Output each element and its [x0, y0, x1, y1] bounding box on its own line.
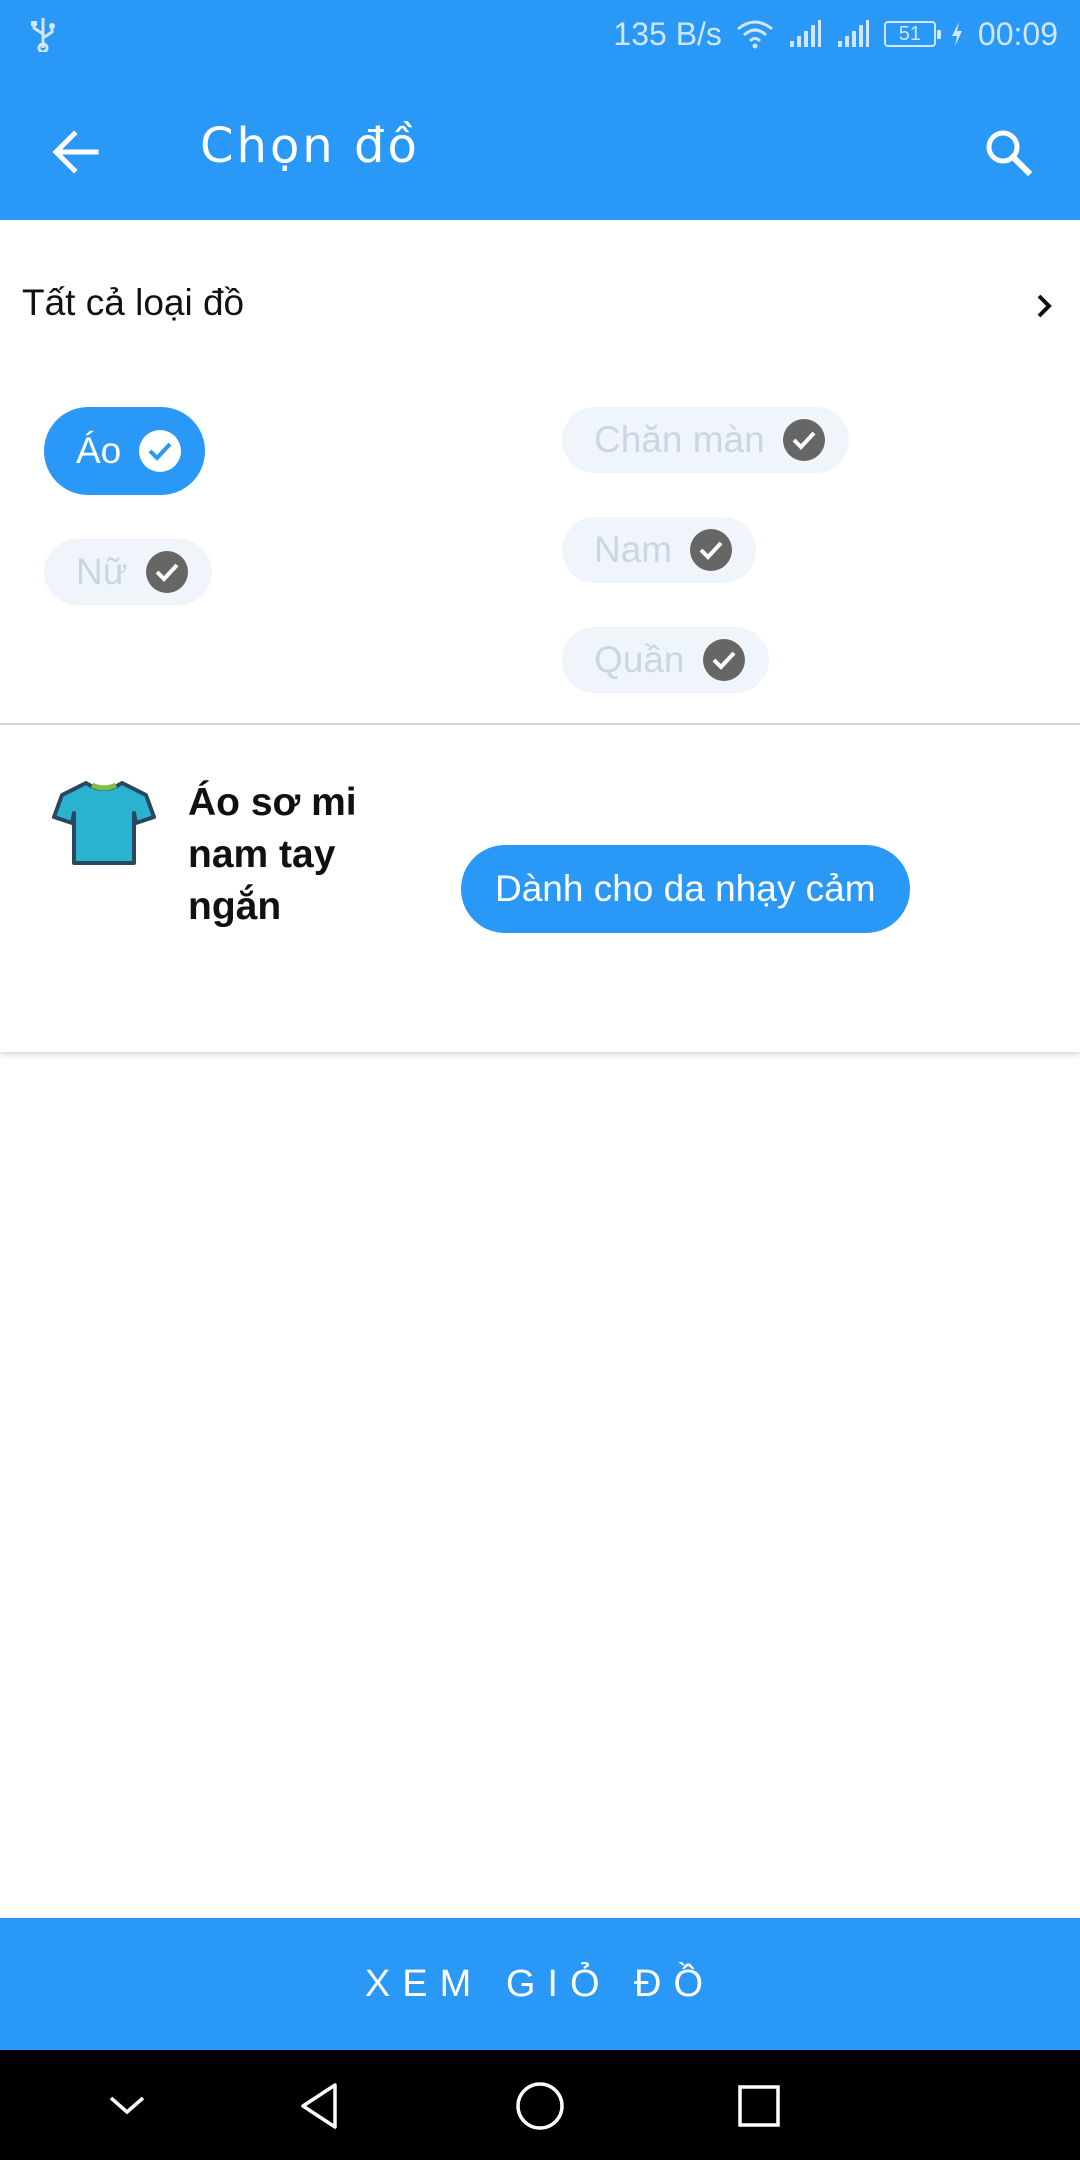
item-name: Áo sơ mi nam tay ngắn [188, 781, 357, 928]
chip-label: Nam [594, 529, 673, 570]
usb-icon [31, 18, 55, 52]
nav-back-button[interactable] [289, 2076, 349, 2136]
search-button[interactable] [968, 112, 1048, 192]
battery-icon: 51 [883, 21, 941, 47]
chip-label: Áo [76, 430, 122, 471]
chip-quan[interactable]: Quần [562, 627, 769, 693]
item-card[interactable]: Áo sơ mi nam tay ngắn Dành cho da nhạy c… [0, 727, 1080, 1052]
nav-hide-button[interactable] [97, 2076, 157, 2136]
chip-label: Chăn màn [594, 419, 765, 460]
chip-chan-man[interactable]: Chăn màn [562, 407, 849, 473]
chip-nam[interactable]: Nam [562, 517, 757, 583]
check-icon [145, 551, 188, 593]
square-recents-icon [738, 2085, 780, 2127]
chip-nu[interactable]: Nữ [44, 539, 212, 605]
check-icon [139, 430, 182, 472]
search-icon [986, 130, 1032, 176]
signal-icon-2 [837, 20, 869, 47]
back-button[interactable] [36, 112, 116, 192]
clock: 00:09 [977, 15, 1058, 52]
item-tag-button[interactable]: Dành cho da nhạy cảm [461, 845, 910, 933]
category-filter: Tất cả loại đồ Áo Chăn màn Nữ Nam Quần [0, 220, 1080, 725]
check-icon [690, 529, 733, 571]
battery-level: 51 [898, 23, 922, 45]
status-bar: 135 B/s 51 00:09 [0, 0, 1080, 68]
check-icon [782, 419, 825, 461]
view-cart-button[interactable]: XEM GIỎ ĐỒ [0, 1918, 1080, 2050]
app-bar: Chọn đồ [0, 68, 1080, 220]
chevron-down-icon [109, 2096, 145, 2115]
signal-icon [789, 20, 821, 47]
chip-ao[interactable]: Áo [44, 407, 206, 495]
tshirt-icon [52, 781, 156, 865]
nav-recents-button[interactable] [729, 2076, 789, 2136]
wifi-icon [736, 20, 773, 49]
chip-label: Nữ [76, 551, 128, 592]
page-title: Chọn đồ [200, 118, 420, 174]
circle-home-icon [516, 2082, 564, 2130]
triangle-back-icon [301, 2083, 337, 2129]
network-speed: 135 B/s [613, 15, 722, 52]
chevron-right-icon[interactable] [1030, 290, 1058, 322]
charging-icon [951, 22, 962, 46]
system-nav-bar [0, 2050, 1080, 2160]
check-icon [702, 639, 745, 681]
nav-home-button[interactable] [510, 2076, 570, 2136]
all-categories-link[interactable]: Tất cả loại đồ [22, 282, 244, 324]
chip-label: Quần [594, 639, 685, 680]
arrow-left-icon [52, 130, 99, 174]
